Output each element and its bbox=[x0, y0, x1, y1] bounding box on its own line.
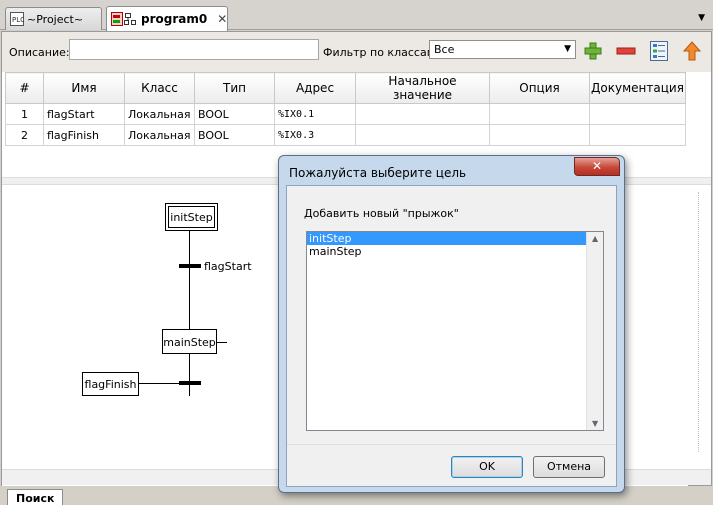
add-variable-button[interactable] bbox=[582, 40, 604, 62]
dialog-prompt: Добавить новый "прыжок" bbox=[304, 207, 459, 220]
table-cell[interactable]: flagStart bbox=[43, 103, 125, 125]
remove-variable-button[interactable] bbox=[615, 40, 637, 62]
move-up-icon bbox=[682, 41, 702, 61]
description-input[interactable] bbox=[69, 39, 319, 60]
table-cell[interactable] bbox=[355, 103, 490, 125]
step-label: mainStep bbox=[163, 336, 216, 349]
close-icon[interactable]: ✕ bbox=[217, 12, 227, 26]
tab-program0[interactable]: program0 ✕ bbox=[106, 6, 228, 31]
vertical-divider bbox=[698, 192, 699, 452]
filter-value: Все bbox=[434, 43, 455, 56]
tab-project[interactable]: PLC ~Project~ bbox=[5, 7, 102, 30]
table-cell[interactable]: Локальная bbox=[124, 103, 195, 125]
table-cell[interactable] bbox=[489, 124, 590, 146]
edit-list-icon bbox=[650, 41, 668, 61]
plc-project-icon: PLC bbox=[10, 12, 25, 26]
editor-tab-bar: PLC ~Project~ program0 ✕ ▼ bbox=[0, 0, 713, 31]
select-target-dialog: Пожалуйста выберите цель ✕ Добавить новы… bbox=[278, 155, 625, 493]
transition-label: flagFinish bbox=[85, 378, 137, 391]
ok-button[interactable]: OK bbox=[451, 456, 523, 478]
scroll-down-icon[interactable]: ▼ bbox=[592, 419, 598, 428]
tab-label: program0 bbox=[141, 12, 208, 26]
dialog-body: Добавить новый "прыжок" initStep mainSte… bbox=[286, 185, 617, 487]
filter-label: Фильтр по классам: bbox=[323, 46, 439, 59]
column-header[interactable]: Класс bbox=[124, 72, 195, 104]
column-header[interactable]: Тип bbox=[194, 72, 275, 104]
table-header-row: # Имя Класс Тип Адрес Начальное значение… bbox=[5, 72, 686, 104]
cancel-button[interactable]: Отмена bbox=[533, 456, 605, 478]
edit-list-button[interactable] bbox=[648, 40, 670, 62]
close-icon: ✕ bbox=[591, 159, 603, 173]
table-cell[interactable]: BOOL bbox=[194, 103, 275, 125]
table-cell[interactable]: Локальная bbox=[124, 124, 195, 146]
list-item[interactable]: mainStep bbox=[307, 245, 586, 258]
svg-text:PLC: PLC bbox=[12, 16, 24, 24]
column-header[interactable]: Документация bbox=[589, 72, 686, 104]
sfc-transition[interactable]: flagFinish bbox=[82, 372, 202, 396]
transition-label: flagStart bbox=[204, 260, 252, 273]
dialog-close-button[interactable]: ✕ bbox=[574, 157, 620, 176]
column-header[interactable]: # bbox=[5, 72, 44, 104]
tab-label: ~Project~ bbox=[27, 12, 84, 26]
move-up-button[interactable] bbox=[681, 40, 703, 62]
add-icon bbox=[584, 42, 602, 60]
table-cell: 1 bbox=[5, 103, 44, 125]
table-row[interactable]: 2 flagFinish Локальная BOOL %IX0.3 bbox=[5, 124, 686, 146]
table-cell[interactable] bbox=[355, 124, 490, 146]
table-cell[interactable]: %IX0.3 bbox=[274, 124, 356, 146]
table-cell[interactable]: %IX0.1 bbox=[274, 103, 356, 125]
column-header[interactable]: Начальное значение bbox=[355, 72, 490, 104]
dialog-footer: OK Отмена bbox=[287, 444, 616, 486]
class-filter-select[interactable]: Все ▼ bbox=[429, 40, 576, 59]
description-label: Описание: bbox=[9, 46, 70, 59]
chevron-down-icon: ▼ bbox=[564, 44, 571, 54]
table-cell: 2 bbox=[5, 124, 44, 146]
scroll-up-icon[interactable]: ▲ bbox=[592, 234, 598, 243]
table-cell[interactable]: BOOL bbox=[194, 124, 275, 146]
column-header[interactable]: Имя bbox=[43, 72, 125, 104]
variables-table: # Имя Класс Тип Адрес Начальное значение… bbox=[5, 72, 686, 146]
table-row[interactable]: 1 flagStart Локальная BOOL %IX0.1 bbox=[5, 103, 686, 125]
table-cell[interactable]: flagFinish bbox=[43, 124, 125, 146]
variables-toolbar: Описание: Фильтр по классам: Все ▼ bbox=[2, 32, 711, 72]
sfc-step[interactable]: mainStep bbox=[162, 329, 228, 354]
column-header[interactable]: Адрес bbox=[274, 72, 356, 104]
table-cell[interactable] bbox=[489, 103, 590, 125]
sfc-initial-step[interactable]: initStep bbox=[165, 203, 218, 231]
column-header[interactable]: Опция bbox=[489, 72, 590, 104]
target-listbox[interactable]: initStep mainStep ▲ ▼ bbox=[306, 231, 604, 431]
step-label: initStep bbox=[170, 211, 212, 224]
list-item[interactable]: initStep bbox=[307, 232, 586, 245]
dialog-title: Пожалуйста выберите цель bbox=[289, 166, 467, 180]
listbox-scrollbar[interactable]: ▲ ▼ bbox=[586, 232, 603, 430]
table-cell[interactable] bbox=[589, 103, 686, 125]
sfc-program-icon bbox=[111, 12, 136, 26]
tab-list-dropdown-icon[interactable]: ▼ bbox=[698, 13, 705, 23]
table-cell[interactable] bbox=[589, 124, 686, 146]
remove-icon bbox=[616, 47, 636, 55]
